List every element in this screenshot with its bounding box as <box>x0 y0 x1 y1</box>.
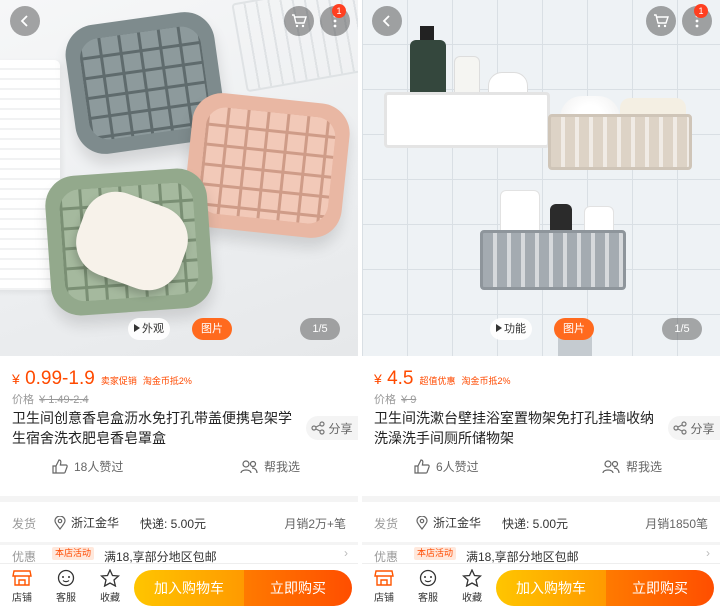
location-icon <box>54 515 66 530</box>
shop-icon <box>374 570 394 586</box>
shipping-label: 发货 <box>12 517 37 531</box>
like-icon <box>414 459 430 474</box>
cart-icon <box>292 14 307 28</box>
play-icon <box>496 324 502 332</box>
shop-icon <box>12 570 32 586</box>
product-panel-right: 1 功能 图片 1/5 ¥ 4.5 超值优惠 淘金币抵2% 价格 ¥ 9 卫生间… <box>362 0 720 611</box>
cart-badge: 1 <box>694 4 708 18</box>
view-appearance-button[interactable]: 外观 <box>128 318 170 340</box>
shipping-row[interactable]: 发货 浙江金华 快递: 5.00元 月销2万+笔 <box>0 502 358 542</box>
bottom-action-bar: 店铺 客服 收藏 加入购物车 立即购买 <box>0 563 358 611</box>
gray-shelf <box>480 230 626 290</box>
shipping-label: 发货 <box>374 517 399 531</box>
cart-button[interactable] <box>284 6 314 36</box>
shipping-fee: 快递: 5.00元 <box>140 517 207 531</box>
bottom-action-bar: 店铺 客服 收藏 加入购物车 立即购买 <box>362 563 720 611</box>
promo-tag: 卖家促销 <box>100 376 137 386</box>
share-icon <box>673 421 688 435</box>
help-me-choose-button[interactable]: 帮我选 <box>240 458 300 475</box>
like-button[interactable]: 6人赞过 <box>414 458 479 475</box>
store-activity-badge: 本店活动 <box>52 547 95 560</box>
help-me-choose-button[interactable]: 帮我选 <box>602 458 662 475</box>
ship-location: 浙江金华 <box>416 514 481 531</box>
product-title: 卫生间洗漱台壁挂浴室置物架免打孔挂墙收纳洗澡洗手间厕所储物架 <box>374 410 654 446</box>
buy-now-button[interactable]: 立即购买 <box>606 570 714 606</box>
product-image[interactable] <box>0 0 358 356</box>
customer-service-icon <box>419 569 437 587</box>
back-button[interactable] <box>372 6 402 36</box>
nav-favorite[interactable]: 收藏 <box>454 569 490 604</box>
chevron-right-icon: › <box>344 546 348 560</box>
engagement-row: 6人赞过 帮我选 <box>362 456 720 478</box>
cart-badge: 1 <box>332 4 346 18</box>
tab-pictures[interactable]: 图片 <box>554 318 594 340</box>
coin-tag: 淘金币抵2% <box>461 376 511 386</box>
chevron-right-icon: › <box>706 546 710 560</box>
nav-shop[interactable]: 店铺 <box>4 569 40 604</box>
star-icon <box>100 569 120 587</box>
product-panel-left: 1 外观 图片 1/5 ¥ 0.99-1.9 卖家促销 淘金币抵2% 价格 ¥ … <box>0 0 358 611</box>
original-price: 价格 ¥ 1.49-2.4 <box>12 394 89 406</box>
promotion-row[interactable]: 优惠 本店活动 满18,享部分地区包邮 › <box>362 545 720 564</box>
price: ¥ 0.99-1.9 <box>12 368 95 389</box>
monthly-sales: 月销1850笔 <box>645 517 708 531</box>
price: ¥ 4.5 <box>374 368 414 389</box>
product-info-card: ¥ 4.5 超值优惠 淘金币抵2% 价格 ¥ 9 卫生间洗漱台壁挂浴室置物架免打… <box>362 356 720 496</box>
tab-pictures[interactable]: 图片 <box>192 318 232 340</box>
ship-location: 浙江金华 <box>54 514 119 531</box>
price-row: ¥ 4.5 超值优惠 淘金币抵2% <box>374 368 511 390</box>
share-icon <box>311 421 326 435</box>
store-activity-badge: 本店活动 <box>414 547 457 560</box>
add-to-cart-button[interactable]: 加入购物车 <box>134 570 244 606</box>
back-icon <box>20 15 28 27</box>
location-icon <box>416 515 428 530</box>
coin-tag: 淘金币抵2% <box>142 376 192 386</box>
page-indicator: 1/5 <box>300 318 340 340</box>
help-icon <box>240 459 258 473</box>
back-button[interactable] <box>10 6 40 36</box>
shipping-fee: 快递: 5.00元 <box>502 517 569 531</box>
nav-customer-service[interactable]: 客服 <box>410 569 446 604</box>
monthly-sales: 月销2万+笔 <box>284 517 346 531</box>
cart-button[interactable] <box>646 6 676 36</box>
star-icon <box>462 569 482 587</box>
promo-tag: 超值优惠 <box>419 376 456 386</box>
play-icon <box>134 324 140 332</box>
nav-favorite[interactable]: 收藏 <box>92 569 128 604</box>
shipping-row[interactable]: 发货 浙江金华 快递: 5.00元 月销1850笔 <box>362 502 720 542</box>
view-function-button[interactable]: 功能 <box>490 318 532 340</box>
original-price: 价格 ¥ 9 <box>374 394 417 406</box>
page-indicator: 1/5 <box>662 318 702 340</box>
add-to-cart-button[interactable]: 加入购物车 <box>496 570 606 606</box>
white-shelf <box>384 92 550 148</box>
back-icon <box>382 15 390 27</box>
cart-icon <box>654 14 669 28</box>
beige-shelf <box>548 114 692 170</box>
engagement-row: 18人赞过 帮我选 <box>0 456 358 478</box>
share-button[interactable]: 分享 <box>668 416 720 440</box>
product-image[interactable] <box>362 0 720 356</box>
buy-now-button[interactable]: 立即购买 <box>244 570 352 606</box>
promotion-row[interactable]: 优惠 本店活动 满18,享部分地区包邮 › <box>0 545 358 564</box>
like-icon <box>52 459 68 474</box>
nav-shop[interactable]: 店铺 <box>366 569 402 604</box>
nav-customer-service[interactable]: 客服 <box>48 569 84 604</box>
product-info-card: ¥ 0.99-1.9 卖家促销 淘金币抵2% 价格 ¥ 1.49-2.4 卫生间… <box>0 356 358 496</box>
price-row: ¥ 0.99-1.9 卖家促销 淘金币抵2% <box>12 368 192 390</box>
product-title: 卫生间创意香皂盒沥水免打孔带盖便携皂架学生宿舍洗衣肥皂香皂罩盒 <box>12 410 292 446</box>
customer-service-icon <box>57 569 75 587</box>
share-button[interactable]: 分享 <box>306 416 358 440</box>
help-icon <box>602 459 620 473</box>
like-button[interactable]: 18人赞过 <box>52 458 123 475</box>
